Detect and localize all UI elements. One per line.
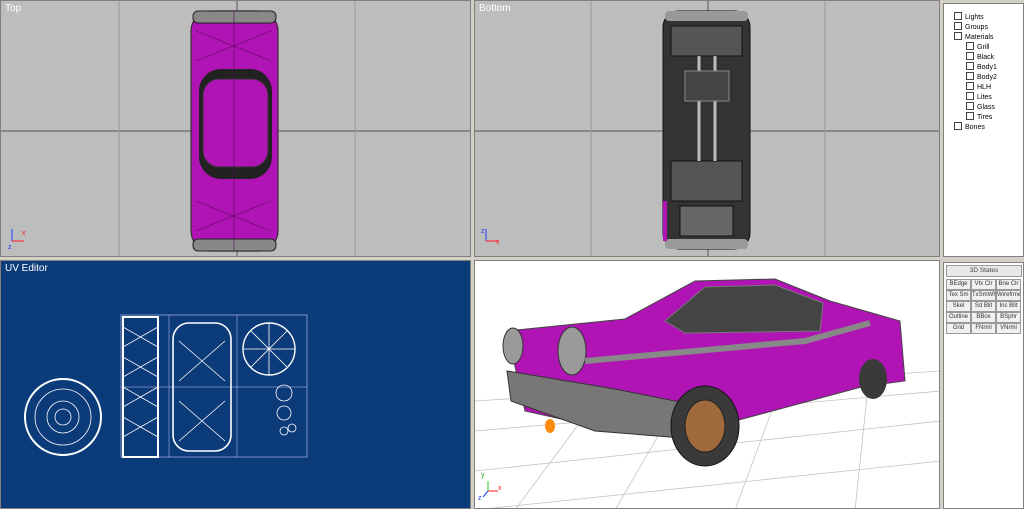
tree-node-icon [954,22,962,30]
state-button-txsmwh[interactable]: TxSmWh [971,290,996,301]
tree-node-icon [966,62,974,70]
tree-item-label: HLH [977,84,992,91]
tree-node-icon [954,122,962,130]
viewport-perspective[interactable]: Perspective y x z [474,260,940,509]
state-button-bsphr[interactable]: BSphr [996,312,1021,323]
3d-states-panel: 3D States BEdge Vtx Clr Bne Clr Tex Sm TxSmW… [943,262,1024,509]
viewport-bottom[interactable]: Bottom z x [474,0,940,257]
state-button-bedge[interactable]: BEdge [946,279,971,290]
tree-item-groups[interactable]: Groups [954,22,988,31]
tree-item-body2[interactable]: Body2 [966,72,997,81]
tree-item-lights[interactable]: Lights [954,12,984,21]
tree-item-body1[interactable]: Body1 [966,62,997,71]
tree-node-icon [966,72,974,80]
axis-label-y: y [481,472,485,479]
axis-label-z: z [481,228,485,235]
tree-node-icon [954,32,962,40]
state-button-grid[interactable]: Grid [946,323,971,334]
tree-item-tires[interactable]: Tires [966,112,992,121]
tree-item-label: Grill [977,44,990,51]
state-button-wirefrme[interactable]: Wirefrme [996,290,1021,301]
state-button-vtx-clr[interactable]: Vtx Clr [971,279,996,290]
viewport-title: UV Editor [5,263,48,274]
tree-item-label: Body2 [977,74,997,81]
tree-node-icon [966,42,974,50]
car-perspective-view [502,278,906,467]
state-button-outline[interactable]: Outline [946,312,971,323]
tree-item-label: Bones [965,124,985,131]
state-button-bbox[interactable]: BBox [971,312,996,323]
tree-item-grill[interactable]: Grill [966,42,989,51]
tree-item-black[interactable]: Black [966,52,994,61]
tree-item-label: Tires [977,114,993,121]
tree-item-glass[interactable]: Glass [966,102,995,111]
axis-label-x: x [22,230,26,237]
uv-layout [24,314,308,458]
tree-item-label: Materials [965,34,994,41]
tree-node-icon [966,92,974,100]
car-top-view [190,10,279,252]
tree-item-label: Black [977,54,995,61]
tree-node-icon [966,82,974,90]
axis-label-x: x [498,485,502,492]
tree-item-lites[interactable]: Lites [966,92,992,101]
tree-node-icon [954,12,962,20]
viewport-top[interactable]: Top x z [0,0,471,257]
axis-label-z: z [478,495,482,502]
viewport-title: Perspective [479,263,532,274]
axis-label-x: x [496,239,500,246]
top-view-scene [1,1,470,256]
car-bottom-view [662,10,751,250]
tree-node-icon [966,52,974,60]
tree-item-label: Groups [965,24,988,31]
tree-node-icon [966,112,974,120]
state-button-inc-blit[interactable]: Inc Blit [996,301,1021,312]
state-button-fnrml[interactable]: FNrml [971,323,996,334]
tree-item-hlh[interactable]: HLH [966,82,991,91]
scene-object-tree[interactable]: Lights Groups Materials Grill Black Body1 Body… [943,3,1024,257]
state-button-bne-clr[interactable]: Bne Clr [996,279,1021,290]
tree-node-icon [966,102,974,110]
bottom-view-scene [475,1,939,256]
tree-item-label: Lights [965,14,984,21]
viewport-title: Top [5,3,22,14]
perspective-scene [475,278,939,508]
state-button-skel[interactable]: Skel [946,301,971,312]
axis-label-z: z [8,244,12,251]
viewport-uv-editor[interactable]: UV Editor [0,260,471,509]
axis-gizmo [482,481,498,498]
tree-item-bones[interactable]: Bones [954,122,985,131]
tree-item-label: Body1 [977,64,997,71]
tree-item-label: Lites [977,94,992,101]
3d-states-title: 3D States [946,265,1022,277]
tree-item-label: Glass [977,104,995,111]
state-button-vnrml[interactable]: VNrml [996,323,1021,334]
state-button-sd-blit[interactable]: Sd Blit [971,301,996,312]
viewport-title: Bottom [479,3,511,14]
tree-item-materials[interactable]: Materials [954,32,993,41]
state-button-tex-sm[interactable]: Tex Sm [946,290,971,301]
